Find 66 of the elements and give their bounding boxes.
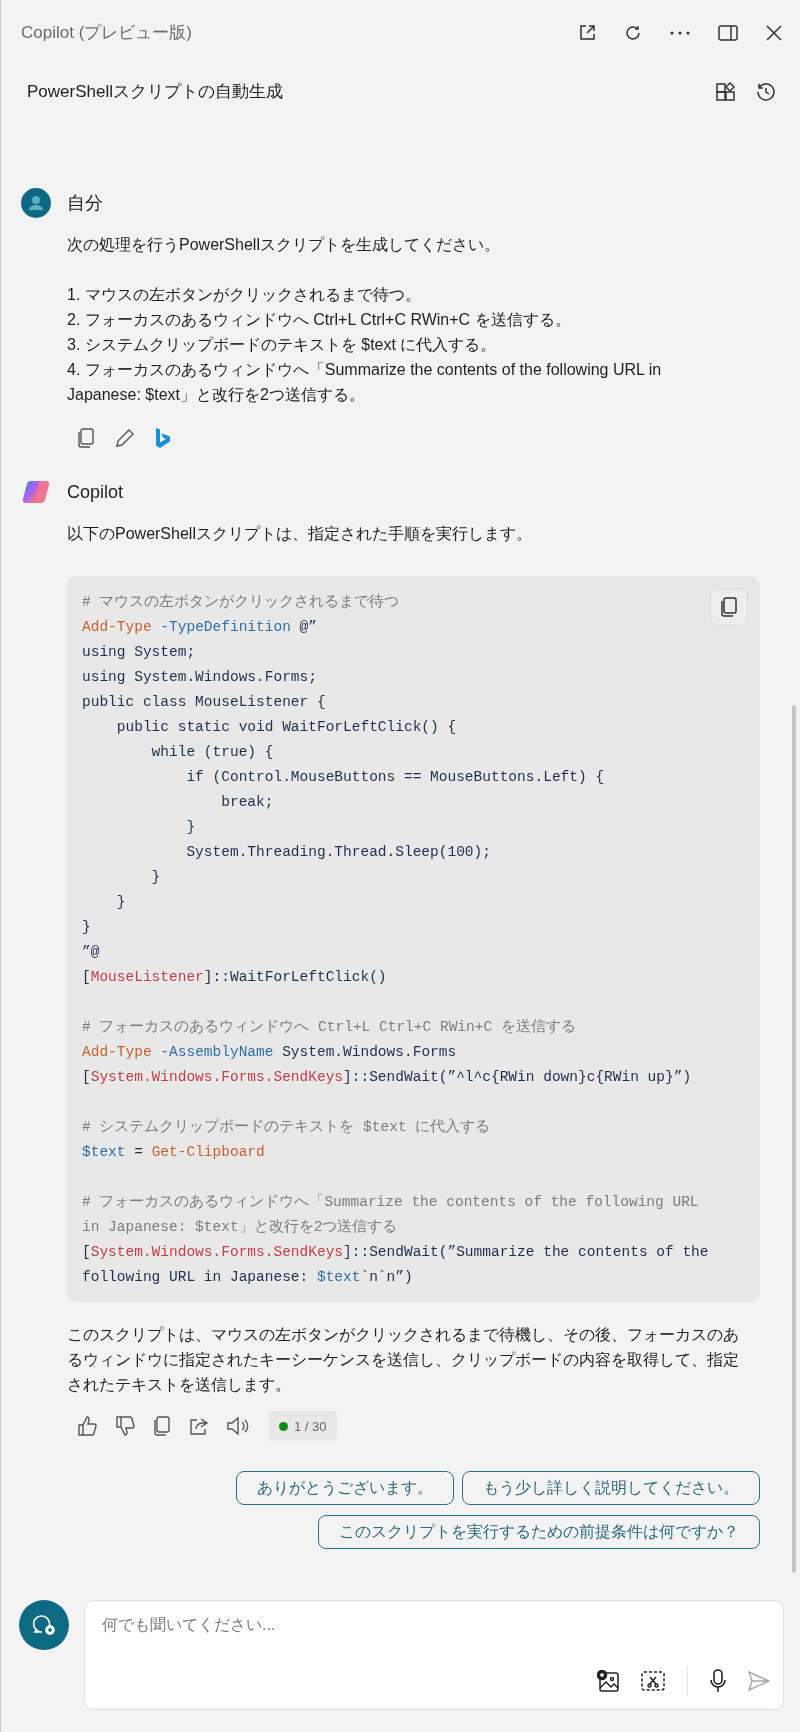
edit-icon[interactable]	[115, 428, 135, 448]
author-name: 自分	[67, 191, 103, 215]
user-avatar-icon	[21, 188, 51, 218]
code-line: ”@	[82, 943, 100, 962]
open-external-icon[interactable]	[578, 24, 596, 42]
code-line: Add-Type -TypeDefinition @”	[82, 618, 317, 637]
counter-text: 1 / 30	[294, 1417, 327, 1436]
screenshot-icon[interactable]	[641, 1671, 665, 1691]
code-line: [System.Windows.Forms.SendKeys]::SendWait(”^l^c{RWin down}c{RWin up}”)	[82, 1068, 692, 1087]
code-line: $text = Get-Clipboard	[82, 1143, 265, 1162]
list-item: 2. フォーカスのあるウィンドウへ Ctrl+L Ctrl+C RWin+C を送信する。	[67, 310, 572, 330]
close-icon[interactable]	[766, 25, 782, 41]
code-line: public class MouseListener {	[82, 693, 326, 712]
code-line: public static void WaitForLeftClick() {	[115, 718, 457, 737]
code-line: }	[150, 868, 161, 887]
scrollbar[interactable]	[792, 705, 796, 1573]
add-image-icon[interactable]	[597, 1670, 619, 1692]
code-comment: # マウスの左ボタンがクリックされるまで待つ	[82, 592, 400, 612]
new-topic-button[interactable]	[19, 1600, 69, 1650]
refresh-icon[interactable]	[624, 24, 642, 42]
plugins-icon[interactable]	[716, 82, 736, 102]
suggestion-chip[interactable]: ありがとうございます。	[236, 1471, 454, 1505]
copy-icon[interactable]	[77, 428, 95, 448]
code-line: using System.Windows.Forms;	[82, 668, 317, 687]
copy-icon[interactable]	[153, 1416, 171, 1436]
microphone-icon[interactable]	[710, 1669, 726, 1693]
chat-plus-icon	[32, 1614, 56, 1636]
suggestion-chip[interactable]: もう少し詳しく説明してください。	[462, 1471, 760, 1505]
code-line: System.Threading.Thread.Sleep(100);	[185, 843, 491, 862]
code-comment: # フォーカスのあるウィンドウへ「Summarize the contents of the following URL	[82, 1192, 699, 1212]
history-icon[interactable]	[756, 82, 776, 102]
message-text: 以下のPowerShellスクリプトは、指定された手順を実行します。	[67, 524, 533, 544]
code-line: if (Control.MouseButtons == MouseButtons.Left) {	[185, 768, 605, 787]
code-line: Add-Type -AssemblyName System.Windows.Forms	[82, 1043, 457, 1062]
code-comment: # システムクリップボードのテキストを $text に代入する	[82, 1117, 491, 1137]
conversation-title: PowerShellスクリプトの自動生成	[27, 81, 283, 104]
code-line: break;	[220, 793, 274, 812]
code-line: }	[82, 918, 91, 937]
code-line: using System;	[82, 643, 196, 662]
list-item: 4. フォーカスのあるウィンドウへ「Summarize the contents of the following URL in Japanese: $text」と改行を2つ送信する。	[67, 360, 663, 405]
author-name: Copilot	[67, 480, 124, 504]
code-comment: in Japanese: $text」と改行を2つ送信する	[82, 1218, 398, 1237]
code-line: }	[115, 893, 126, 912]
message-text: 次の処理を行うPowerShellスクリプトを生成してください。	[67, 235, 501, 255]
copy-icon	[720, 597, 738, 617]
message-text: このスクリプトは、マウスの左ボタンがクリックされるまで待機し、その後、フォーカスのあるウィンドウに指定されたキーシーケンスを送信し、クリップボードの内容を取得して、指定されたテキストを送信します。	[67, 1325, 740, 1395]
thumbs-up-icon[interactable]	[77, 1416, 97, 1436]
chat-input[interactable]: 何でも聞いてください...	[84, 1600, 784, 1710]
code-line: while (true) {	[150, 743, 274, 762]
code-comment: # フォーカスのあるウィンドウへ Ctrl+L Ctrl+C RWin+C を送信する	[82, 1018, 576, 1037]
side-panel-icon[interactable]	[718, 25, 738, 41]
copy-code-button[interactable]	[710, 588, 748, 626]
share-icon[interactable]	[189, 1417, 209, 1435]
list-item: 3. システムクリップボードのテキストを $text に代入する。	[67, 335, 498, 355]
list-item: 1. マウスの左ボタンがクリックされるまで待つ。	[67, 285, 422, 305]
code-line: following URL in Japanese: $text`n`n”)	[82, 1268, 413, 1287]
status-dot-icon	[279, 1421, 288, 1431]
thumbs-down-icon[interactable]	[115, 1416, 135, 1436]
more-icon[interactable]	[670, 31, 690, 35]
speaker-icon[interactable]	[227, 1416, 251, 1436]
suggestion-chip[interactable]: このスクリプトを実行するための前提条件は何ですか？	[318, 1515, 760, 1549]
bing-logo-icon[interactable]	[155, 427, 171, 449]
window-title: Copilot (プレビュー版)	[21, 22, 192, 45]
code-line: [MouseListener]::WaitForLeftClick()	[82, 968, 387, 987]
code-line: [System.Windows.Forms.SendKeys]::SendWait(”Summarize the contents of the	[82, 1243, 709, 1262]
code-line: }	[185, 818, 196, 837]
